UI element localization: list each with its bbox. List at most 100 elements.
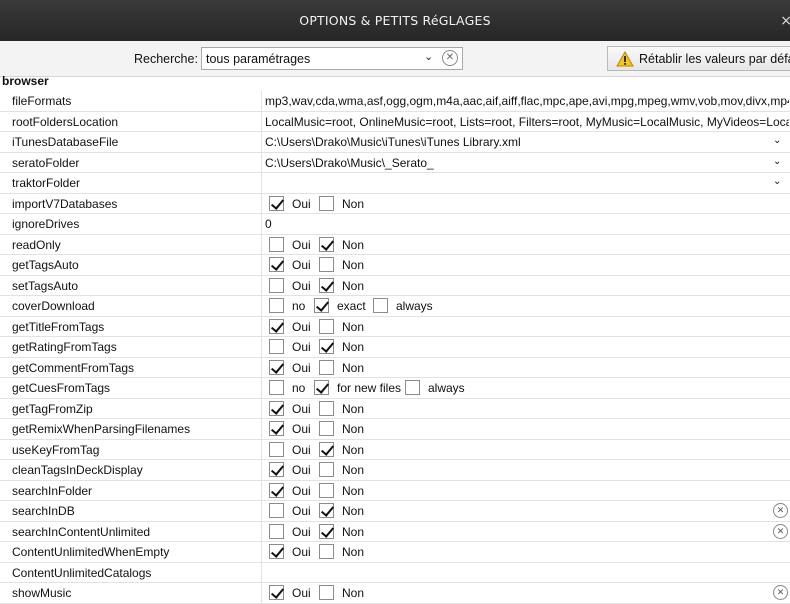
setting-name: readOnly xyxy=(12,237,61,252)
setting-value-input[interactable]: LocalMusic=root, OnlineMusic=root, Lists… xyxy=(265,115,789,129)
checkbox[interactable] xyxy=(319,400,334,416)
check-icon[interactable] xyxy=(319,339,334,354)
check-icon[interactable] xyxy=(314,380,329,395)
checkbox[interactable] xyxy=(319,544,334,559)
checkbox[interactable] xyxy=(269,380,284,395)
setting-name: cleanTagsInDeckDisplay xyxy=(12,463,143,477)
setting-value-input[interactable]: 0 xyxy=(265,217,789,231)
setting-value-select[interactable]: C:\Users\Drako\Music\iTunes\iTunes Libra… xyxy=(265,135,770,149)
option-label: Non xyxy=(342,278,365,293)
check-icon[interactable] xyxy=(269,359,284,375)
checkbox[interactable] xyxy=(319,257,334,272)
setting-row-iTunesDatabaseFile: iTunesDatabaseFile C:\Users\Drako\Music\i… xyxy=(0,132,790,153)
settings-grid: fileFormats mp3,wav,cda,wma,asf,ogg,ogm,m… xyxy=(0,91,790,604)
setting-name: fileFormats xyxy=(12,94,72,108)
setting-value-cell: no exact always xyxy=(261,296,790,316)
chevron-down-icon[interactable]: ⌄ xyxy=(773,176,781,187)
checkbox[interactable] xyxy=(319,482,334,498)
checkbox[interactable] xyxy=(269,523,284,539)
clear-search-icon[interactable]: ✕ xyxy=(442,50,458,66)
checkbox[interactable] xyxy=(269,298,284,313)
checkbox[interactable] xyxy=(269,503,284,518)
check-icon[interactable] xyxy=(269,257,284,272)
checkbox[interactable] xyxy=(319,462,334,477)
option-label: Oui xyxy=(292,401,311,416)
check-icon[interactable] xyxy=(269,544,284,559)
checkbox[interactable] xyxy=(319,421,334,436)
check-icon[interactable] xyxy=(269,585,284,600)
search-combobox[interactable]: tous paramétrages ⌄ ✕ xyxy=(201,47,463,70)
setting-value-cell: Oui Non xyxy=(261,234,790,254)
chevron-down-icon[interactable]: ⌄ xyxy=(424,50,433,63)
setting-name: getCommentFromTags xyxy=(12,360,135,375)
option-label: Non xyxy=(342,463,365,477)
check-icon[interactable] xyxy=(269,462,284,477)
check-icon[interactable] xyxy=(269,195,284,211)
setting-row-readOnly: readOnly Oui Non xyxy=(0,234,790,255)
check-icon[interactable] xyxy=(269,482,284,498)
checkbox[interactable] xyxy=(319,318,334,334)
setting-name: getRatingFromTags xyxy=(12,340,117,354)
check-icon[interactable] xyxy=(269,318,284,334)
check-icon[interactable] xyxy=(319,503,334,518)
setting-name: ignoreDrives xyxy=(12,217,80,231)
reset-value-icon[interactable]: ✕ xyxy=(773,523,788,539)
option-label: Non xyxy=(342,504,365,518)
setting-name: iTunesDatabaseFile xyxy=(12,135,119,149)
option-label: Oui xyxy=(292,319,311,334)
reset-defaults-button[interactable]: Rétablir les valeurs par défaut xyxy=(607,46,790,71)
check-icon[interactable] xyxy=(314,298,329,313)
setting-name: getRemixWhenParsingFilenames xyxy=(12,422,191,436)
option-label: Oui xyxy=(292,504,311,518)
reset-value-icon[interactable]: ✕ xyxy=(773,503,788,518)
setting-value-cell: Oui Non xyxy=(261,337,790,357)
setting-value-cell: no for new files always xyxy=(261,378,790,398)
option-label: Non xyxy=(342,545,365,559)
setting-row-fileFormats: fileFormats mp3,wav,cda,wma,asf,ogg,ogm,m… xyxy=(0,91,790,112)
checkbox[interactable] xyxy=(319,585,334,600)
checkbox[interactable] xyxy=(269,441,284,457)
option-label: Oui xyxy=(292,278,311,293)
check-icon[interactable] xyxy=(319,441,334,457)
checkbox[interactable] xyxy=(319,359,334,375)
option-label: for new files xyxy=(337,381,402,395)
checkbox[interactable] xyxy=(405,380,420,395)
setting-row-getRatingFromTags: getRatingFromTags Oui Non xyxy=(0,337,790,358)
setting-value-cell: 0 xyxy=(261,214,790,234)
option-label: no xyxy=(292,381,306,395)
checkbox[interactable] xyxy=(319,195,334,211)
setting-value-cell: Oui Non ✕ xyxy=(261,501,790,521)
setting-name: coverDownload xyxy=(12,299,95,313)
search-input[interactable]: tous paramétrages xyxy=(206,52,310,66)
option-label: Non xyxy=(342,524,365,539)
setting-value-cell: C:\Users\Drako\Music\iTunes\iTunes Libra… xyxy=(261,132,790,152)
checkbox[interactable] xyxy=(269,277,284,293)
check-icon[interactable] xyxy=(319,277,334,293)
checkbox[interactable] xyxy=(269,236,284,252)
setting-row-rootFoldersLocation: rootFoldersLocation LocalMusic=root, Onli… xyxy=(0,111,790,132)
setting-value-cell: Oui Non xyxy=(261,193,790,213)
option-label: Oui xyxy=(292,524,311,539)
check-icon[interactable] xyxy=(269,421,284,436)
search-bar: Recherche: tous paramétrages ⌄ ✕ Rétabli… xyxy=(0,41,790,77)
check-icon[interactable] xyxy=(319,523,334,539)
setting-name: setTagsAuto xyxy=(12,278,79,293)
checkbox[interactable] xyxy=(269,339,284,354)
option-label: always xyxy=(428,381,465,395)
setting-value-select[interactable]: C:\Users\Drako\Music\_Serato_ xyxy=(265,156,770,170)
check-icon[interactable] xyxy=(319,236,334,252)
checkbox[interactable] xyxy=(373,298,388,313)
setting-name: useKeyFromTag xyxy=(12,442,100,457)
setting-value-input[interactable]: mp3,wav,cda,wma,asf,ogg,ogm,m4a,aac,aif,… xyxy=(265,94,789,108)
setting-value-cell: C:\Users\Drako\Music\_Serato_ ⌄ xyxy=(261,152,790,172)
close-icon[interactable]: × xyxy=(780,0,790,42)
setting-row-useKeyFromTag: useKeyFromTag Oui Non xyxy=(0,439,790,460)
option-label: Non xyxy=(342,422,365,436)
chevron-down-icon[interactable]: ⌄ xyxy=(773,135,781,146)
chevron-down-icon[interactable]: ⌄ xyxy=(773,156,781,167)
title-bar: OPTIONS & PETITS RéGLAGES × xyxy=(0,0,790,41)
setting-value-cell: Oui Non xyxy=(261,316,790,336)
warning-icon xyxy=(616,51,634,67)
reset-value-icon[interactable]: ✕ xyxy=(773,585,788,600)
check-icon[interactable] xyxy=(269,400,284,416)
